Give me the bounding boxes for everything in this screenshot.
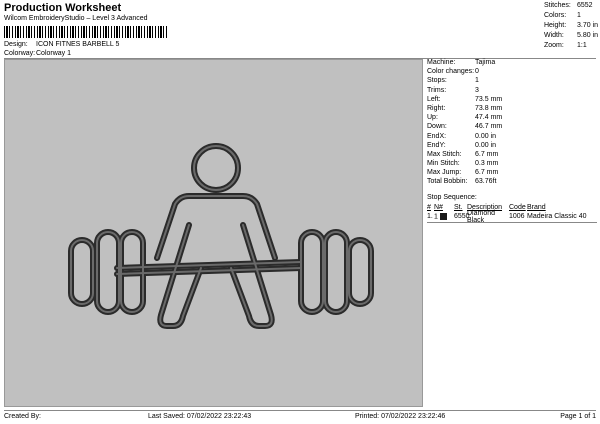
info-value: 0.00 in	[475, 132, 497, 140]
machine-info: Machine: Tajima Color changes: 0 Stops: 1 T…	[427, 59, 597, 188]
col-header-brand: Brand	[527, 204, 546, 211]
info-row: Max Jump: 6.7 mm	[427, 169, 597, 178]
info-row: Trims: 3	[427, 87, 597, 96]
info-row: Right: 73.8 mm	[427, 105, 597, 114]
stats-label: Width:	[544, 32, 564, 39]
col-header-code: Code	[509, 204, 526, 211]
software-name: Wilcom EmbroideryStudio – Level 3 Advanc…	[4, 15, 148, 22]
info-value: 73.8 mm	[475, 104, 503, 112]
info-row: Left: 73.5 mm	[427, 96, 597, 105]
stats-row: Stitches: 6552	[544, 2, 598, 12]
col-header-n: N#	[434, 204, 443, 211]
info-row: Color changes: 0	[427, 68, 597, 77]
info-value: 47.4 mm	[475, 114, 503, 122]
info-row: Down: 46.7 mm	[427, 123, 597, 132]
cell-num: 1.	[427, 213, 433, 220]
info-value: 6.7 mm	[475, 169, 499, 177]
info-row: Max Stitch: 6.7 mm	[427, 151, 597, 160]
stop-sequence-divider	[427, 222, 597, 223]
info-value: 6.7 mm	[475, 150, 499, 158]
info-value: 0.3 mm	[475, 160, 499, 168]
info-row: EndX: 0.00 in	[427, 133, 597, 142]
page-title: Production Worksheet	[4, 2, 122, 14]
info-value: 0.00 in	[475, 141, 497, 149]
printed-date: Printed: 07/02/2022 23:22:46	[355, 413, 446, 420]
stats-row: Zoom: 1:1	[544, 42, 598, 52]
barbell-lifter-icon	[68, 143, 374, 329]
stats-row: Colors: 1	[544, 12, 598, 22]
stop-sequence-header: # N# St. Description Code Brand	[427, 203, 597, 212]
footer-divider	[4, 410, 596, 411]
info-row: Min Stitch: 0.3 mm	[427, 160, 597, 169]
design-row: Design: ICON FITNES BARBELL 5	[4, 41, 119, 48]
info-value: Tajima	[475, 59, 496, 66]
design-label: Design:	[4, 41, 28, 48]
cell-brand: Madeira Classic 40	[527, 213, 587, 220]
cell-description: Diamond Black	[467, 209, 496, 224]
info-row: Stops: 1	[427, 77, 597, 86]
stats-row: Width: 5.80 in	[544, 32, 598, 42]
info-row: EndY: 0.00 in	[427, 142, 597, 151]
info-label: EndY:	[427, 141, 446, 149]
info-row: Up: 47.4 mm	[427, 114, 597, 123]
info-label: Stops:	[427, 77, 447, 85]
colorway-row: Colorway:Colorway 1	[4, 50, 71, 57]
info-label: Max Jump:	[427, 169, 462, 177]
stats-value: 6552	[577, 2, 593, 9]
info-label: Min Stitch:	[427, 160, 460, 168]
created-by: Created By:	[4, 413, 41, 420]
info-row: Total Bobbin: 63.76ft	[427, 178, 597, 187]
table-row: 1. 1 6550 Diamond Black 1006 Madeira Cla…	[427, 209, 597, 224]
design-value: ICON FITNES BARBELL 5	[36, 41, 120, 48]
thread-color-swatch	[439, 212, 447, 220]
last-saved: Last Saved: 07/02/2022 23:22:43	[148, 413, 252, 420]
design-preview	[4, 59, 423, 407]
footer: Created By: Last Saved: 07/02/2022 23:22…	[0, 412, 600, 424]
info-label: Right:	[427, 104, 446, 112]
info-row: Machine: Tajima	[427, 59, 597, 68]
cell-code: 1006	[509, 213, 525, 220]
cell-st: 6550	[454, 213, 470, 220]
info-value: 3	[475, 86, 479, 94]
info-label: EndX:	[427, 132, 447, 140]
colorway-value: Colorway 1	[36, 50, 72, 57]
info-label: Machine:	[427, 59, 456, 66]
stop-sequence-title: Stop Sequence:	[427, 194, 477, 201]
barcode	[4, 26, 167, 38]
stop-sequence-table: Stop Sequence: # N# St. Description Code…	[427, 194, 597, 224]
stats-row: Height: 3.70 in	[544, 22, 598, 32]
stats-label: Height:	[544, 22, 567, 29]
info-value: 63.76ft	[475, 178, 497, 186]
stats-label: Stitches:	[544, 2, 571, 9]
cell-n: 1	[434, 212, 454, 221]
cell-n-value: 1	[434, 213, 438, 221]
stats-label: Colors:	[544, 12, 567, 19]
stats-label: Zoom:	[544, 42, 564, 49]
stats-value: 1	[577, 12, 581, 19]
info-label: Trims:	[427, 86, 447, 94]
info-value: 73.5 mm	[475, 95, 503, 103]
info-value: 46.7 mm	[475, 123, 503, 131]
info-label: Total Bobbin:	[427, 178, 468, 186]
info-label: Down:	[427, 123, 447, 131]
stats-value: 1:1	[577, 42, 587, 49]
colorway-label: Colorway:	[4, 50, 36, 57]
info-value: 1	[475, 77, 479, 85]
info-label: Color changes:	[427, 68, 475, 76]
col-header-st: St.	[454, 204, 463, 211]
design-stats: Stitches: 6552 Colors: 1 Height: 3.70 in Wi…	[544, 2, 598, 52]
stats-value: 5.80 in	[577, 32, 599, 39]
page-number: Page 1 of 1	[560, 413, 596, 420]
info-label: Left:	[427, 95, 441, 103]
info-label: Up:	[427, 114, 438, 122]
stats-value: 3.70 in	[577, 22, 599, 29]
info-value: 0	[475, 68, 479, 76]
info-label: Max Stitch:	[427, 150, 462, 158]
col-header-num: #	[427, 204, 431, 211]
